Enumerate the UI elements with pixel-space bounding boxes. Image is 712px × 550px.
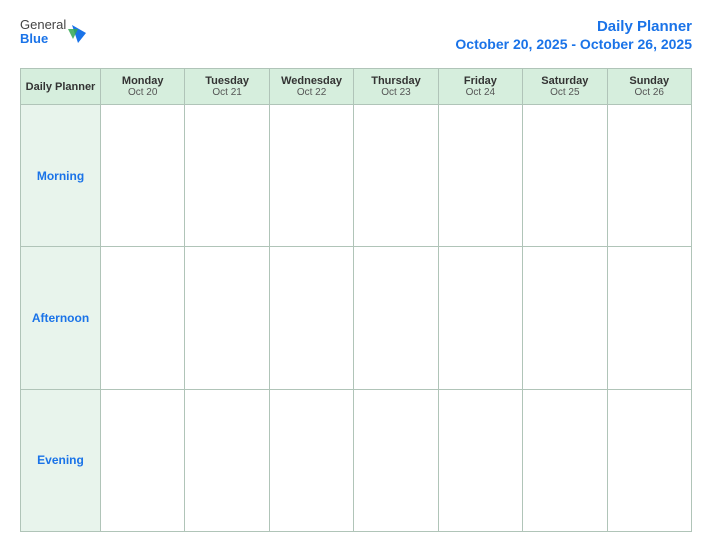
cell-morning-monday[interactable] bbox=[101, 105, 185, 247]
cell-afternoon-sunday[interactable] bbox=[607, 247, 691, 389]
table-row: Evening bbox=[21, 389, 692, 531]
logo: General Blue bbox=[20, 18, 88, 47]
cell-evening-sunday[interactable] bbox=[607, 389, 691, 531]
daily-planner-label: Daily Planner bbox=[25, 81, 96, 93]
logo-general-text: General bbox=[20, 18, 66, 32]
cell-afternoon-saturday[interactable] bbox=[523, 247, 607, 389]
day-header-friday: FridayOct 24 bbox=[438, 69, 522, 105]
cell-afternoon-wednesday[interactable] bbox=[269, 247, 353, 389]
header-row: Daily Planner MondayOct 20TuesdayOct 21W… bbox=[21, 69, 692, 105]
row-label-afternoon: Afternoon bbox=[21, 247, 101, 389]
cell-morning-thursday[interactable] bbox=[354, 105, 438, 247]
cell-morning-friday[interactable] bbox=[438, 105, 522, 247]
table-header: Daily Planner MondayOct 20TuesdayOct 21W… bbox=[21, 69, 692, 105]
day-header-tuesday: TuesdayOct 21 bbox=[185, 69, 269, 105]
day-header-wednesday: WednesdayOct 22 bbox=[269, 69, 353, 105]
cell-morning-sunday[interactable] bbox=[607, 105, 691, 247]
cell-morning-wednesday[interactable] bbox=[269, 105, 353, 247]
row-label-evening: Evening bbox=[21, 389, 101, 531]
cell-evening-tuesday[interactable] bbox=[185, 389, 269, 531]
header: General Blue Daily Planner October 20, 2… bbox=[20, 18, 692, 54]
cell-evening-thursday[interactable] bbox=[354, 389, 438, 531]
cell-evening-friday[interactable] bbox=[438, 389, 522, 531]
table-row: Morning bbox=[21, 105, 692, 247]
row-label-morning: Morning bbox=[21, 105, 101, 247]
day-header-thursday: ThursdayOct 23 bbox=[354, 69, 438, 105]
cell-evening-wednesday[interactable] bbox=[269, 389, 353, 531]
logo-icon bbox=[68, 23, 88, 45]
planner-table: Daily Planner MondayOct 20TuesdayOct 21W… bbox=[20, 68, 692, 532]
table-row: Afternoon bbox=[21, 247, 692, 389]
planner-date-range: October 20, 2025 - October 26, 2025 bbox=[455, 36, 692, 52]
cell-afternoon-thursday[interactable] bbox=[354, 247, 438, 389]
cell-afternoon-tuesday[interactable] bbox=[185, 247, 269, 389]
logo-blue-text: Blue bbox=[20, 32, 66, 46]
cell-evening-saturday[interactable] bbox=[523, 389, 607, 531]
cell-morning-tuesday[interactable] bbox=[185, 105, 269, 247]
table-body: MorningAfternoonEvening bbox=[21, 105, 692, 532]
label-header: Daily Planner bbox=[21, 69, 101, 105]
day-header-sunday: SundayOct 26 bbox=[607, 69, 691, 105]
planner-title: Daily Planner bbox=[597, 18, 692, 35]
cell-evening-monday[interactable] bbox=[101, 389, 185, 531]
day-header-monday: MondayOct 20 bbox=[101, 69, 185, 105]
title-block: Daily Planner October 20, 2025 - October… bbox=[455, 18, 692, 54]
cell-afternoon-friday[interactable] bbox=[438, 247, 522, 389]
day-header-saturday: SaturdayOct 25 bbox=[523, 69, 607, 105]
cell-morning-saturday[interactable] bbox=[523, 105, 607, 247]
cell-afternoon-monday[interactable] bbox=[101, 247, 185, 389]
